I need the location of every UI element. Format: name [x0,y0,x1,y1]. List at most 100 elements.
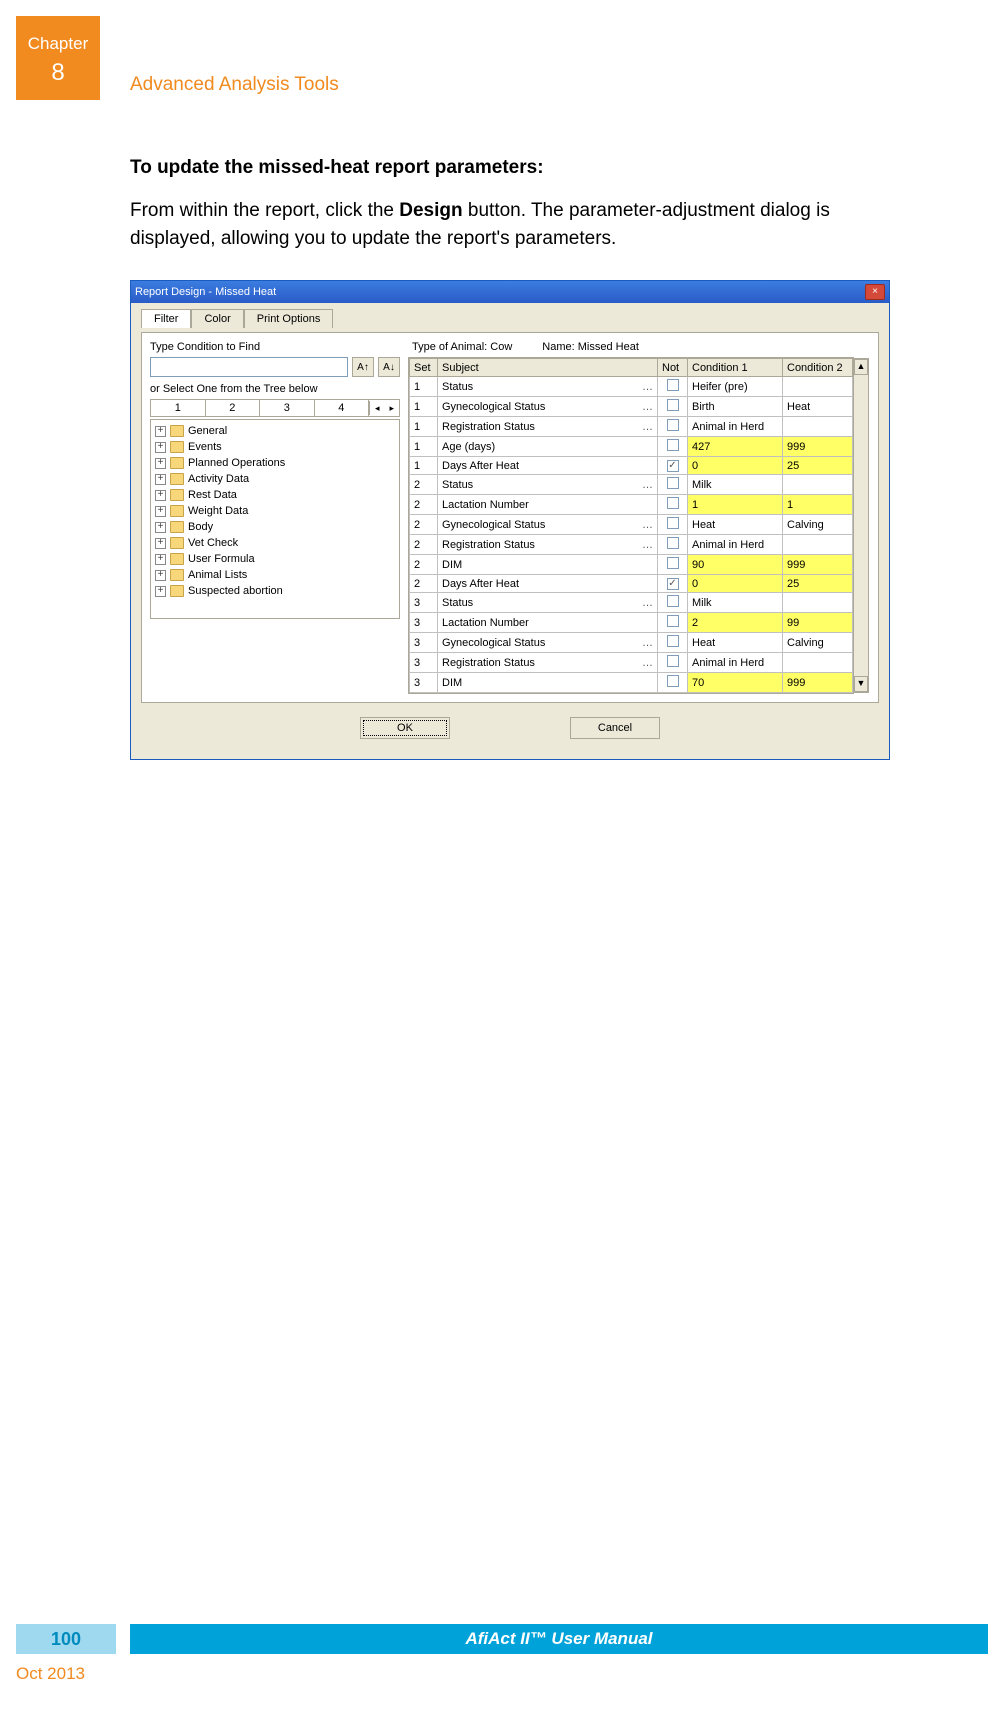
tree-item[interactable]: +Animal Lists [155,567,395,583]
cell-not[interactable] [658,475,688,495]
ok-button[interactable]: OK [360,717,450,739]
cell-cond2[interactable] [783,417,853,437]
condition-search-input[interactable] [150,357,348,377]
cell-subject[interactable]: Gynecological Status [438,633,658,653]
cell-cond1[interactable]: Milk [688,475,783,495]
cell-subject[interactable]: Status [438,475,658,495]
cell-subject[interactable]: Status [438,593,658,613]
condition-tree[interactable]: +General+Events+Planned Operations+Activ… [150,419,400,619]
cancel-button[interactable]: Cancel [570,717,660,739]
table-row[interactable]: 3Registration StatusAnimal in Herd [410,653,853,673]
table-row[interactable]: 1Age (days)427999 [410,437,853,457]
cell-not[interactable] [658,377,688,397]
cell-cond2[interactable]: Calving [783,633,853,653]
tree-item[interactable]: +Activity Data [155,471,395,487]
conditions-table[interactable]: Set Subject Not Condition 1 Condition 2 … [408,357,854,694]
cell-cond1[interactable]: 70 [688,673,783,693]
cell-cond2[interactable]: 999 [783,437,853,457]
cell-not[interactable] [658,515,688,535]
cell-cond2[interactable]: 999 [783,673,853,693]
cell-cond2[interactable] [783,475,853,495]
col-subject[interactable]: Subject [438,359,658,377]
cell-cond2[interactable] [783,653,853,673]
cell-cond2[interactable]: 999 [783,555,853,575]
cell-cond1[interactable]: Birth [688,397,783,417]
sort-asc-button[interactable]: A↑ [352,357,374,377]
set-tab-4[interactable]: 4 [315,400,370,416]
cell-not[interactable] [658,633,688,653]
cell-cond1[interactable]: 427 [688,437,783,457]
table-row[interactable]: 2StatusMilk [410,475,853,495]
cell-cond2[interactable]: 25 [783,457,853,475]
cell-cond2[interactable]: 25 [783,575,853,593]
sort-desc-button[interactable]: A↓ [378,357,400,377]
table-row[interactable]: 3Lactation Number299 [410,613,853,633]
cell-subject[interactable]: Lactation Number [438,613,658,633]
tab-filter[interactable]: Filter [141,309,191,328]
tab-print-options[interactable]: Print Options [244,309,334,328]
cell-not[interactable]: ✓ [658,457,688,475]
set-tab-scroll[interactable]: ◂▸ [369,401,399,415]
tree-item[interactable]: +Suspected abortion [155,583,395,599]
cell-not[interactable]: ✓ [658,575,688,593]
tree-item[interactable]: +User Formula [155,551,395,567]
cell-cond1[interactable]: Heifer (pre) [688,377,783,397]
expand-icon[interactable]: + [155,570,166,581]
cell-subject[interactable]: Age (days) [438,437,658,457]
cell-not[interactable] [658,495,688,515]
table-row[interactable]: 1Registration StatusAnimal in Herd [410,417,853,437]
cell-cond1[interactable]: 1 [688,495,783,515]
expand-icon[interactable]: + [155,458,166,469]
expand-icon[interactable]: + [155,442,166,453]
col-not[interactable]: Not [658,359,688,377]
expand-icon[interactable]: + [155,554,166,565]
cell-subject[interactable]: Status [438,377,658,397]
col-condition1[interactable]: Condition 1 [688,359,783,377]
cell-cond1[interactable]: Heat [688,515,783,535]
table-row[interactable]: 3StatusMilk [410,593,853,613]
cell-cond1[interactable]: 0 [688,457,783,475]
cell-not[interactable] [658,613,688,633]
expand-icon[interactable]: + [155,490,166,501]
expand-icon[interactable]: + [155,586,166,597]
expand-icon[interactable]: + [155,538,166,549]
cell-subject[interactable]: Days After Heat [438,457,658,475]
tree-item[interactable]: +General [155,423,395,439]
cell-cond1[interactable]: 90 [688,555,783,575]
cell-cond2[interactable]: Heat [783,397,853,417]
table-row[interactable]: 2Gynecological StatusHeatCalving [410,515,853,535]
table-row[interactable]: 3DIM70999 [410,673,853,693]
set-tab-1[interactable]: 1 [151,400,206,416]
tree-item[interactable]: +Events [155,439,395,455]
table-row[interactable]: 2Lactation Number11 [410,495,853,515]
cell-cond1[interactable]: Animal in Herd [688,653,783,673]
cell-cond2[interactable]: 1 [783,495,853,515]
cell-subject[interactable]: Days After Heat [438,575,658,593]
cell-cond1[interactable]: 0 [688,575,783,593]
table-row[interactable]: 2DIM90999 [410,555,853,575]
scroll-down-icon[interactable]: ▼ [854,676,868,692]
cell-subject[interactable]: Registration Status [438,417,658,437]
cell-cond1[interactable]: Heat [688,633,783,653]
tree-item[interactable]: +Weight Data [155,503,395,519]
cell-not[interactable] [658,535,688,555]
cell-not[interactable] [658,417,688,437]
col-condition2[interactable]: Condition 2 [783,359,853,377]
tree-item[interactable]: +Vet Check [155,535,395,551]
table-row[interactable]: 1StatusHeifer (pre) [410,377,853,397]
cell-cond1[interactable]: Animal in Herd [688,417,783,437]
tree-item[interactable]: +Rest Data [155,487,395,503]
cell-cond2[interactable] [783,593,853,613]
cell-cond2[interactable]: Calving [783,515,853,535]
close-button[interactable]: × [865,284,885,300]
cell-cond1[interactable]: Milk [688,593,783,613]
table-row[interactable]: 1Gynecological StatusBirthHeat [410,397,853,417]
table-scrollbar[interactable]: ▲ ▼ [853,358,869,693]
cell-cond2[interactable] [783,377,853,397]
cell-not[interactable] [658,437,688,457]
expand-icon[interactable]: + [155,522,166,533]
cell-subject[interactable]: Registration Status [438,535,658,555]
expand-icon[interactable]: + [155,506,166,517]
tree-item[interactable]: +Planned Operations [155,455,395,471]
cell-cond2[interactable]: 99 [783,613,853,633]
